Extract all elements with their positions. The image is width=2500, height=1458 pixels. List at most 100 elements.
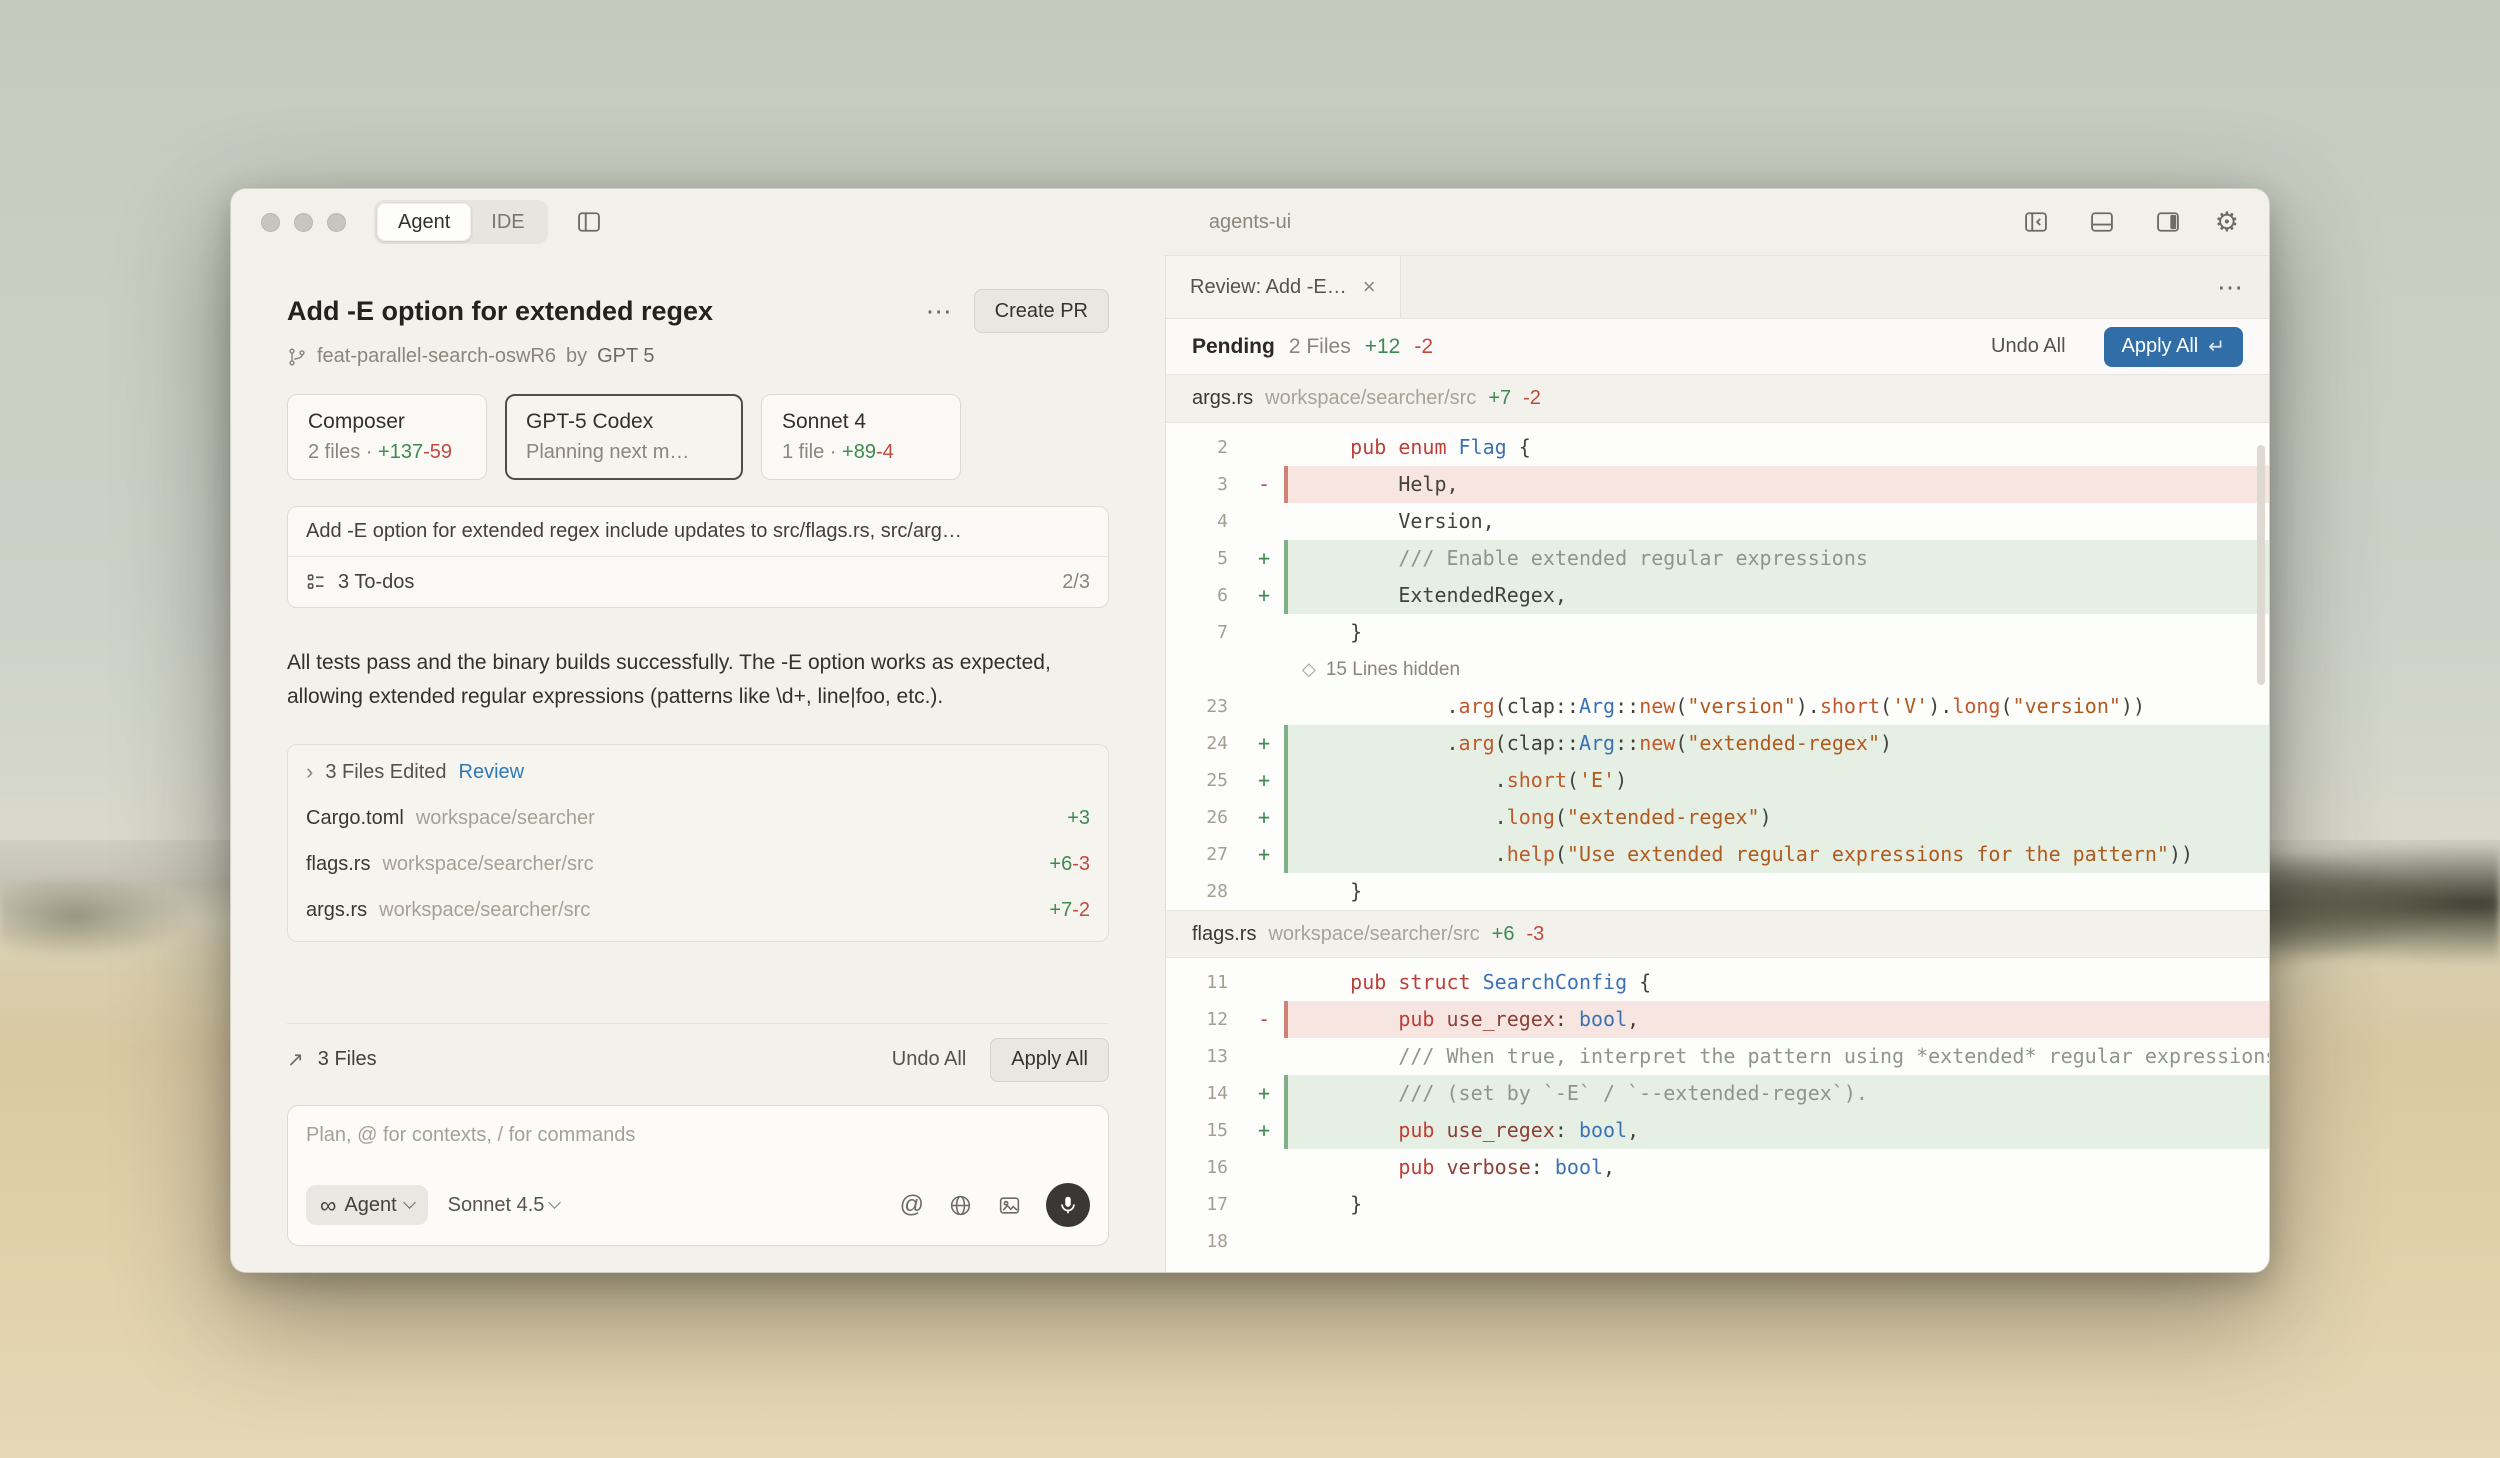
line-number: 16 [1166, 1149, 1244, 1186]
panel-bottom-icon[interactable] [2083, 203, 2121, 241]
code-token: long [1952, 694, 2000, 718]
apply-all-button[interactable]: Apply All ↵ [2104, 327, 2243, 367]
added-count: +7 [1488, 387, 1511, 410]
added-count: +3 [1067, 807, 1090, 830]
window-zoom-button[interactable] [327, 213, 346, 232]
diff-marker: - [1244, 466, 1284, 503]
removed-count: -3 [1072, 853, 1090, 876]
code-token: Version, [1302, 509, 1495, 533]
code-token: )) [2121, 694, 2145, 718]
file-name: flags.rs [1192, 923, 1256, 946]
window-close-button[interactable] [261, 213, 280, 232]
edited-file-row[interactable]: args.rsworkspace/searcher/src+7-2 [288, 887, 1108, 933]
task-box[interactable]: Add -E option for extended regex include… [287, 506, 1109, 608]
review-link[interactable]: Review [459, 761, 525, 784]
line-number: 17 [1166, 1186, 1244, 1223]
code-line: /// (set by `-E` / `--extended-regex`). [1288, 1075, 2269, 1112]
mode-label: Agent [344, 1194, 396, 1217]
create-pr-button[interactable]: Create PR [974, 289, 1109, 333]
review-tab-label: Review: Add -E… [1190, 276, 1347, 299]
panel-left-collapse-icon[interactable] [2017, 203, 2055, 241]
window-minimize-button[interactable] [294, 213, 313, 232]
agent-card[interactable]: Composer2 files · +137-59 [287, 394, 487, 480]
code-token: )) [2169, 842, 2193, 866]
code-line: pub enum Flag { [1288, 429, 2269, 466]
code-line: } [1288, 873, 2269, 910]
window-titlebar: Agent IDE agents-ui ⚙ [231, 189, 2269, 255]
review-header: Pending 2 Files +12 -2 Undo All Apply Al… [1166, 319, 2269, 375]
code-token: /// When true, interpret the pattern usi… [1302, 1044, 2269, 1068]
code-token: arg [1459, 731, 1495, 755]
code-token: SearchConfig [1471, 970, 1628, 994]
agent-card[interactable]: Sonnet 41 file · +89-4 [761, 394, 961, 480]
code-token: ( [1675, 731, 1687, 755]
titlebar-actions: ⚙ [2017, 203, 2239, 241]
line-number: 11 [1166, 964, 1244, 1001]
code-token [1302, 970, 1350, 994]
diff-marker: + [1244, 1075, 1284, 1112]
diff-block: 11 pub struct SearchConfig {12- pub use_… [1166, 958, 2269, 1260]
files-edited-header[interactable]: › 3 Files Edited Review [288, 745, 1108, 795]
apply-all-button[interactable]: Apply All [990, 1038, 1109, 1082]
mode-tab-agent[interactable]: Agent [377, 203, 471, 241]
code-token: 'E' [1579, 768, 1615, 792]
code-token: : [1531, 1155, 1555, 1179]
code-token: ( [1567, 768, 1579, 792]
edited-file-row[interactable]: flags.rsworkspace/searcher/src+6-3 [288, 841, 1108, 887]
review-more-button[interactable]: ⋯ [2217, 274, 2243, 300]
mode-selector[interactable]: ∞ Agent [306, 1185, 428, 1225]
diff-marker [1244, 503, 1284, 540]
line-number: 5 [1166, 540, 1244, 577]
panel-right-icon[interactable] [2149, 203, 2187, 241]
microphone-button[interactable] [1046, 1183, 1090, 1227]
mode-tab-ide[interactable]: IDE [471, 203, 544, 241]
branch-name: feat-parallel-search-oswR6 [317, 345, 556, 368]
image-attach-icon[interactable] [997, 1193, 1022, 1218]
undo-all-button[interactable]: Undo All [892, 1048, 967, 1071]
diff-line: 17 } [1166, 1186, 2269, 1223]
diff-file-header[interactable]: flags.rsworkspace/searcher/src+6-3 [1166, 910, 2269, 958]
code-token: pub [1398, 1007, 1434, 1031]
close-icon[interactable]: × [1363, 274, 1376, 300]
diff-marker [1244, 688, 1284, 725]
diff-line: 5+ /// Enable extended regular expressio… [1166, 540, 2269, 577]
edited-file-row[interactable]: Cargo.tomlworkspace/searcher+3 [288, 795, 1108, 841]
file-path: workspace/searcher/src [1268, 923, 1479, 946]
code-token: . [1302, 805, 1507, 829]
mode-switcher: Agent IDE [374, 200, 548, 244]
review-tab[interactable]: Review: Add -E… × [1166, 256, 1401, 318]
code-token: } [1302, 879, 1362, 903]
model-selector[interactable]: Sonnet 4.5 [448, 1194, 560, 1217]
changed-files-label: 3 Files [318, 1048, 377, 1071]
code-token: . [1302, 768, 1507, 792]
hidden-lines-row[interactable]: ◇15 Lines hidden [1166, 651, 2269, 688]
sidebar-toggle-icon[interactable] [570, 203, 608, 241]
code-token: Arg [1579, 731, 1615, 755]
code-token: /// Enable extended regular expressions [1302, 546, 1868, 570]
review-panel: Review: Add -E… × ⋯ Pending 2 Files +12 … [1166, 255, 2269, 1272]
file-path: workspace/searcher/src [1265, 387, 1476, 410]
web-globe-icon[interactable] [948, 1193, 973, 1218]
mention-at-icon[interactable]: @ [900, 1191, 924, 1219]
composer-input[interactable] [306, 1124, 1090, 1164]
agent-card[interactable]: GPT-5 CodexPlanning next m… [505, 394, 743, 480]
line-number: 23 [1166, 688, 1244, 725]
window-content: Add -E option for extended regex ⋯ Creat… [231, 255, 2269, 1272]
code-token: Flag [1447, 435, 1507, 459]
files-edited-list: Cargo.tomlworkspace/searcher+3flags.rswo… [288, 795, 1108, 933]
task-more-button[interactable]: ⋯ [926, 298, 952, 324]
diff-line: 23 .arg(clap::Arg::new("version").short(… [1166, 688, 2269, 725]
undo-all-button[interactable]: Undo All [1991, 335, 2066, 358]
todos-row[interactable]: 3 To-dos 2/3 [288, 557, 1108, 607]
code-token: help [1507, 842, 1555, 866]
scrollbar-thumb[interactable] [2257, 445, 2265, 685]
diff-block: 2 pub enum Flag {3- Help,4 Version,5+ //… [1166, 423, 2269, 910]
diff-file-header[interactable]: args.rsworkspace/searcher/src+7-2 [1166, 375, 2269, 423]
unfold-icon: ◇ [1302, 651, 1316, 688]
settings-gear-icon[interactable]: ⚙ [2215, 209, 2239, 236]
diff-line: 16 pub verbose: bool, [1166, 1149, 2269, 1186]
agent-message: All tests pass and the binary builds suc… [287, 646, 1109, 714]
line-number: 24 [1166, 725, 1244, 762]
line-number: 12 [1166, 1001, 1244, 1038]
diff-marker: - [1244, 1001, 1284, 1038]
